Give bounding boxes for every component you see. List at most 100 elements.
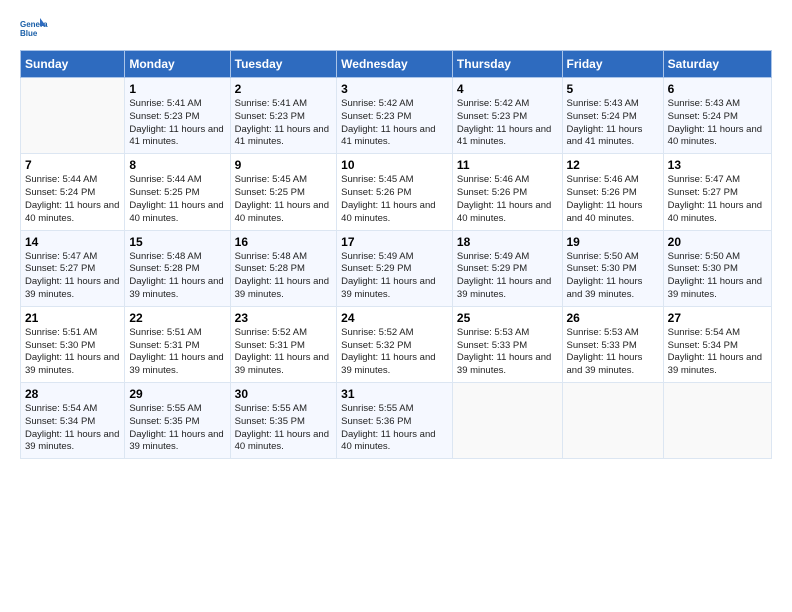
calendar-cell: 27 Sunrise: 5:54 AM Sunset: 5:34 PM Dayli…	[663, 306, 771, 382]
day-info: Sunrise: 5:46 AM Sunset: 5:26 PM Dayligh…	[457, 174, 558, 225]
col-header-friday: Friday	[562, 51, 663, 78]
day-info: Sunrise: 5:46 AM Sunset: 5:26 PM Dayligh…	[567, 174, 659, 225]
day-info: Sunrise: 5:51 AM Sunset: 5:30 PM Dayligh…	[25, 327, 120, 378]
day-number: 5	[567, 82, 659, 96]
calendar-cell: 11 Sunrise: 5:46 AM Sunset: 5:26 PM Dayli…	[452, 154, 562, 230]
calendar-cell: 19 Sunrise: 5:50 AM Sunset: 5:30 PM Dayli…	[562, 230, 663, 306]
day-info: Sunrise: 5:45 AM Sunset: 5:26 PM Dayligh…	[341, 174, 448, 225]
day-number: 31	[341, 387, 448, 401]
day-number: 10	[341, 158, 448, 172]
day-info: Sunrise: 5:42 AM Sunset: 5:23 PM Dayligh…	[341, 98, 448, 149]
calendar-cell	[663, 383, 771, 459]
day-number: 23	[235, 311, 333, 325]
day-info: Sunrise: 5:47 AM Sunset: 5:27 PM Dayligh…	[25, 251, 120, 302]
calendar-cell: 29 Sunrise: 5:55 AM Sunset: 5:35 PM Dayli…	[125, 383, 230, 459]
col-header-wednesday: Wednesday	[337, 51, 453, 78]
day-number: 20	[668, 235, 767, 249]
calendar-cell: 12 Sunrise: 5:46 AM Sunset: 5:26 PM Dayli…	[562, 154, 663, 230]
day-info: Sunrise: 5:50 AM Sunset: 5:30 PM Dayligh…	[668, 251, 767, 302]
day-number: 21	[25, 311, 120, 325]
day-info: Sunrise: 5:44 AM Sunset: 5:25 PM Dayligh…	[129, 174, 225, 225]
calendar-week-5: 28 Sunrise: 5:54 AM Sunset: 5:34 PM Dayli…	[21, 383, 772, 459]
calendar-cell: 21 Sunrise: 5:51 AM Sunset: 5:30 PM Dayli…	[21, 306, 125, 382]
logo: General Blue	[20, 16, 52, 38]
day-number: 29	[129, 387, 225, 401]
col-header-thursday: Thursday	[452, 51, 562, 78]
calendar-cell	[21, 78, 125, 154]
calendar-week-1: 1 Sunrise: 5:41 AM Sunset: 5:23 PM Daylig…	[21, 78, 772, 154]
calendar-cell: 5 Sunrise: 5:43 AM Sunset: 5:24 PM Daylig…	[562, 78, 663, 154]
calendar-week-3: 14 Sunrise: 5:47 AM Sunset: 5:27 PM Dayli…	[21, 230, 772, 306]
calendar-cell: 13Sunrise: 5:47 AM Sunset: 5:27 PM Dayli…	[663, 154, 771, 230]
calendar-cell: 16 Sunrise: 5:48 AM Sunset: 5:28 PM Dayli…	[230, 230, 337, 306]
calendar-cell: 3 Sunrise: 5:42 AM Sunset: 5:23 PM Daylig…	[337, 78, 453, 154]
day-info: Sunrise: 5:43 AM Sunset: 5:24 PM Dayligh…	[567, 98, 659, 149]
day-info: Sunrise: 5:49 AM Sunset: 5:29 PM Dayligh…	[457, 251, 558, 302]
day-number: 17	[341, 235, 448, 249]
day-number: 22	[129, 311, 225, 325]
day-info: Sunrise: 5:48 AM Sunset: 5:28 PM Dayligh…	[235, 251, 333, 302]
col-header-tuesday: Tuesday	[230, 51, 337, 78]
calendar-cell: 18 Sunrise: 5:49 AM Sunset: 5:29 PM Dayli…	[452, 230, 562, 306]
calendar-cell: 8 Sunrise: 5:44 AM Sunset: 5:25 PM Daylig…	[125, 154, 230, 230]
day-info: Sunrise: 5:47 AM Sunset: 5:27 PM Dayligh…	[668, 174, 767, 225]
calendar-cell	[452, 383, 562, 459]
day-number: 12	[567, 158, 659, 172]
day-info: Sunrise: 5:53 AM Sunset: 5:33 PM Dayligh…	[457, 327, 558, 378]
day-info: Sunrise: 5:43 AM Sunset: 5:24 PM Dayligh…	[668, 98, 767, 149]
calendar-cell: 7 Sunrise: 5:44 AM Sunset: 5:24 PM Daylig…	[21, 154, 125, 230]
calendar-cell: 10 Sunrise: 5:45 AM Sunset: 5:26 PM Dayli…	[337, 154, 453, 230]
calendar-cell: 9Sunrise: 5:45 AM Sunset: 5:25 PM Daylig…	[230, 154, 337, 230]
day-number: 30	[235, 387, 333, 401]
day-number: 14	[25, 235, 120, 249]
day-info: Sunrise: 5:44 AM Sunset: 5:24 PM Dayligh…	[25, 174, 120, 225]
day-number: 26	[567, 311, 659, 325]
day-info: Sunrise: 5:54 AM Sunset: 5:34 PM Dayligh…	[668, 327, 767, 378]
svg-text:Blue: Blue	[20, 29, 38, 38]
calendar-week-4: 21 Sunrise: 5:51 AM Sunset: 5:30 PM Dayli…	[21, 306, 772, 382]
calendar-cell: 24 Sunrise: 5:52 AM Sunset: 5:32 PM Dayli…	[337, 306, 453, 382]
day-info: Sunrise: 5:53 AM Sunset: 5:33 PM Dayligh…	[567, 327, 659, 378]
day-number: 27	[668, 311, 767, 325]
day-number: 16	[235, 235, 333, 249]
day-info: Sunrise: 5:54 AM Sunset: 5:34 PM Dayligh…	[25, 403, 120, 454]
calendar-cell: 4 Sunrise: 5:42 AM Sunset: 5:23 PM Daylig…	[452, 78, 562, 154]
day-info: Sunrise: 5:41 AM Sunset: 5:23 PM Dayligh…	[129, 98, 225, 149]
day-number: 3	[341, 82, 448, 96]
calendar-cell: 23Sunrise: 5:52 AM Sunset: 5:31 PM Dayli…	[230, 306, 337, 382]
calendar-week-2: 7 Sunrise: 5:44 AM Sunset: 5:24 PM Daylig…	[21, 154, 772, 230]
day-number: 25	[457, 311, 558, 325]
calendar-cell: 30 Sunrise: 5:55 AM Sunset: 5:35 PM Dayli…	[230, 383, 337, 459]
day-number: 28	[25, 387, 120, 401]
day-number: 15	[129, 235, 225, 249]
calendar-cell: 28 Sunrise: 5:54 AM Sunset: 5:34 PM Dayli…	[21, 383, 125, 459]
day-info: Sunrise: 5:41 AM Sunset: 5:23 PM Dayligh…	[235, 98, 333, 149]
day-number: 4	[457, 82, 558, 96]
col-header-saturday: Saturday	[663, 51, 771, 78]
day-info: Sunrise: 5:42 AM Sunset: 5:23 PM Dayligh…	[457, 98, 558, 149]
day-number: 7	[25, 158, 120, 172]
calendar-cell: 1 Sunrise: 5:41 AM Sunset: 5:23 PM Daylig…	[125, 78, 230, 154]
day-info: Sunrise: 5:45 AM Sunset: 5:25 PM Dayligh…	[235, 174, 333, 225]
day-number: 19	[567, 235, 659, 249]
day-info: Sunrise: 5:52 AM Sunset: 5:32 PM Dayligh…	[341, 327, 448, 378]
day-info: Sunrise: 5:55 AM Sunset: 5:35 PM Dayligh…	[129, 403, 225, 454]
day-number: 11	[457, 158, 558, 172]
day-number: 24	[341, 311, 448, 325]
calendar-cell: 20 Sunrise: 5:50 AM Sunset: 5:30 PM Dayli…	[663, 230, 771, 306]
day-info: Sunrise: 5:55 AM Sunset: 5:36 PM Dayligh…	[341, 403, 448, 454]
calendar-cell: 6Sunrise: 5:43 AM Sunset: 5:24 PM Daylig…	[663, 78, 771, 154]
day-number: 18	[457, 235, 558, 249]
day-info: Sunrise: 5:50 AM Sunset: 5:30 PM Dayligh…	[567, 251, 659, 302]
day-info: Sunrise: 5:51 AM Sunset: 5:31 PM Dayligh…	[129, 327, 225, 378]
day-number: 8	[129, 158, 225, 172]
col-header-sunday: Sunday	[21, 51, 125, 78]
calendar-cell	[562, 383, 663, 459]
day-info: Sunrise: 5:55 AM Sunset: 5:35 PM Dayligh…	[235, 403, 333, 454]
calendar-cell: 26 Sunrise: 5:53 AM Sunset: 5:33 PM Dayli…	[562, 306, 663, 382]
calendar-cell: 31 Sunrise: 5:55 AM Sunset: 5:36 PM Dayli…	[337, 383, 453, 459]
day-number: 1	[129, 82, 225, 96]
calendar-cell: 17Sunrise: 5:49 AM Sunset: 5:29 PM Dayli…	[337, 230, 453, 306]
calendar-cell: 22 Sunrise: 5:51 AM Sunset: 5:31 PM Dayli…	[125, 306, 230, 382]
col-header-monday: Monday	[125, 51, 230, 78]
